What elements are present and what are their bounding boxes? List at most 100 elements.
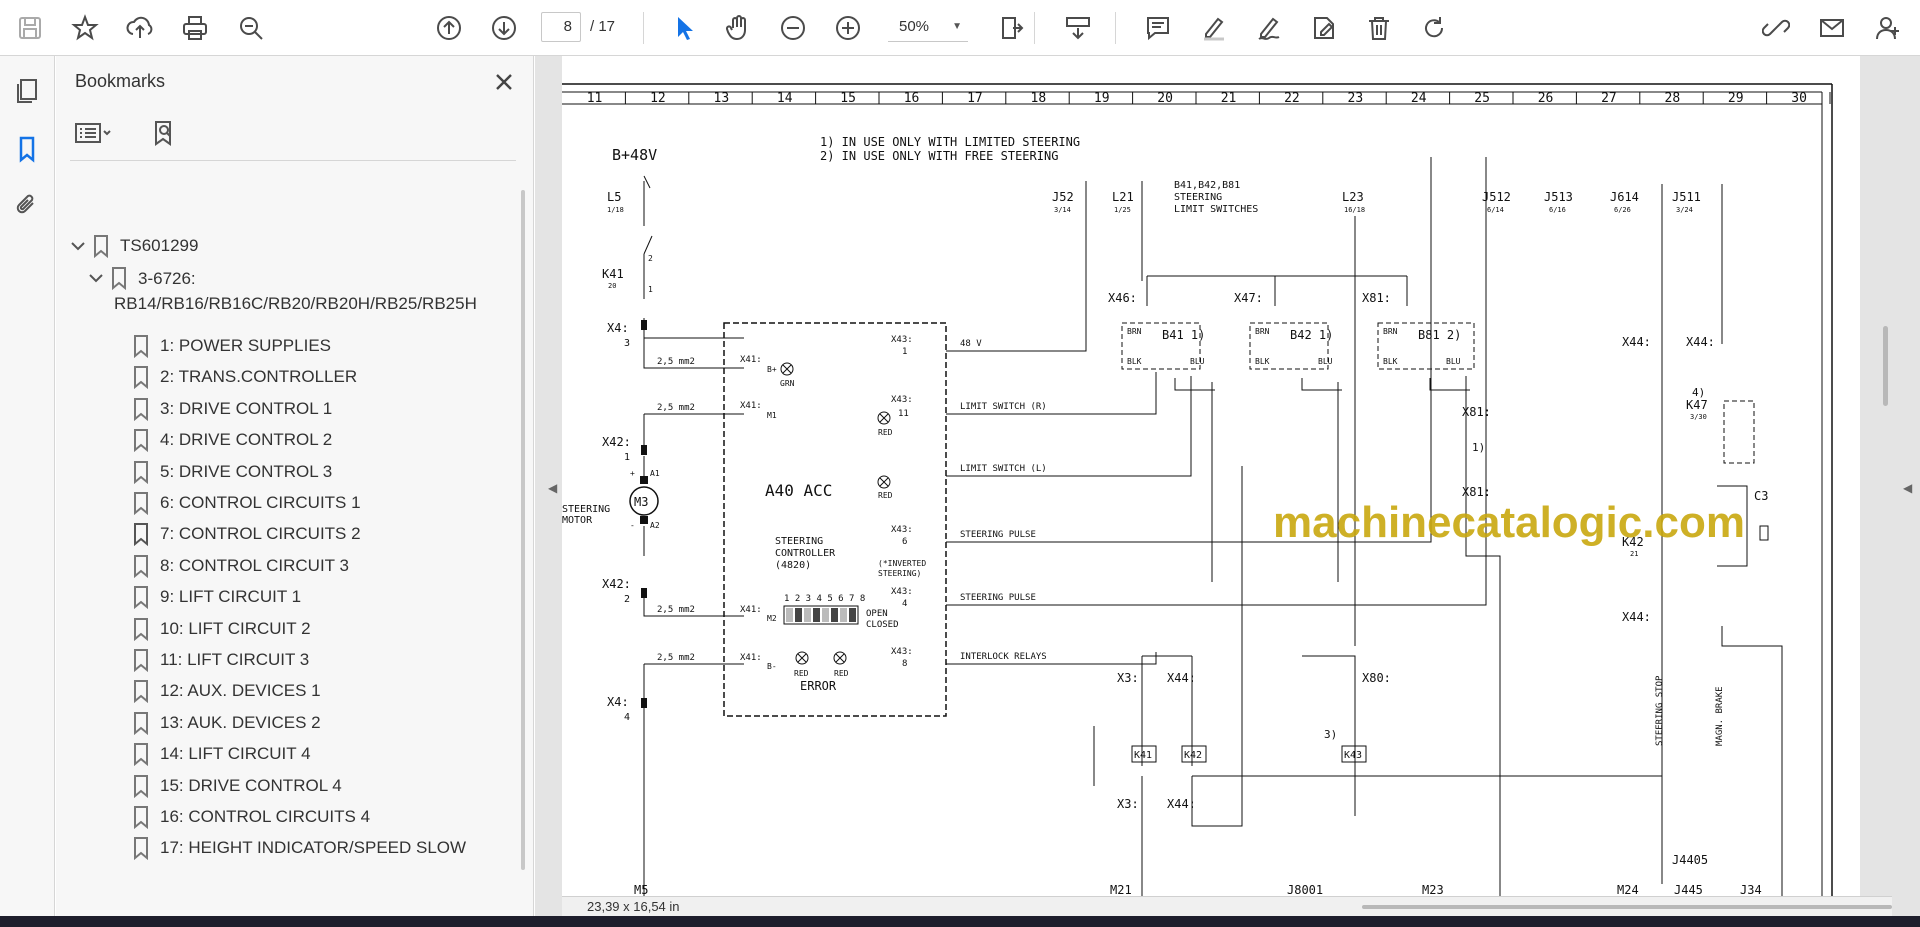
bookmark-item[interactable]: 17: HEIGHT INDICATOR/SPEED SLOW	[132, 832, 466, 864]
dip-cell	[813, 608, 820, 622]
bookmark-item[interactable]: 13: AUK. DEVICES 2	[132, 707, 321, 739]
stamp-icon[interactable]	[1304, 8, 1344, 48]
bookmark-item[interactable]: 14: LIFT CIRCUIT 4	[132, 738, 311, 770]
controller-desc: STEERING	[775, 536, 823, 547]
bookmark-item[interactable]: 16: CONTROL CIRCUITS 4	[132, 801, 370, 833]
connector-label: X44:	[1686, 335, 1715, 349]
bookmarks-title: Bookmarks	[75, 71, 166, 91]
upload-icon[interactable]	[120, 8, 160, 48]
relay-ref: 20	[608, 282, 616, 290]
page-number-input[interactable]: 8	[541, 12, 581, 42]
chevron-down-icon[interactable]	[70, 238, 86, 254]
bookmark-parent[interactable]: 3-6726: RB14/RB16/RB16C/RB20/RB20H/RB25/…	[88, 262, 477, 318]
connector-ref: 3/14	[1054, 206, 1071, 214]
bottom-labels: M5 M21 J8001 M23 M24 J4405 J445 J34	[634, 853, 1762, 896]
terminal-label: X41:	[740, 653, 762, 663]
connector-label: X44:	[1622, 335, 1651, 349]
vertical-scrollbar[interactable]	[1883, 326, 1888, 406]
attachment-icon[interactable]	[8, 186, 46, 224]
delete-icon[interactable]	[1359, 8, 1399, 48]
collapse-right-icon[interactable]: ◀	[1903, 481, 1912, 495]
zoom-select[interactable]: 50% ▼	[888, 12, 968, 42]
bookmark-search-icon[interactable]	[150, 116, 178, 150]
save-icon[interactable]	[10, 8, 50, 48]
terminal-label: 6	[902, 537, 907, 547]
comment-icon[interactable]	[1138, 8, 1178, 48]
connector-label: X42:	[602, 435, 631, 449]
bookmark-item[interactable]: 15: DRIVE CONTROL 4	[132, 770, 342, 802]
bookmark-item[interactable]: 12: AUX. DEVICES 1	[132, 675, 321, 707]
bottom-label: M21	[1110, 883, 1132, 896]
bookmark-rail-icon[interactable]	[8, 130, 46, 168]
bookmark-icon	[134, 806, 148, 829]
bookmark-label: 1: POWER SUPPLIES	[160, 336, 331, 355]
connector-ref: 6/26	[1614, 206, 1631, 214]
zoom-in-icon[interactable]	[828, 8, 868, 48]
bookmark-item[interactable]: 10: LIFT CIRCUIT 2	[132, 613, 311, 645]
bookmark-item[interactable]: 9: LIFT CIRCUIT 1	[132, 581, 301, 613]
share-link-icon[interactable]	[1756, 8, 1796, 48]
bottom-label: J445	[1674, 883, 1703, 896]
pointer-icon[interactable]	[664, 8, 704, 48]
fit-page-icon[interactable]	[993, 8, 1033, 48]
pin-label: +	[630, 469, 635, 478]
bookmark-item[interactable]: 3: DRIVE CONTROL 1	[132, 393, 332, 425]
bookmark-item[interactable]: 5: DRIVE CONTROL 3	[132, 456, 332, 488]
sign-icon[interactable]	[1249, 8, 1289, 48]
page-down-icon[interactable]	[484, 8, 524, 48]
options-menu-icon[interactable]	[74, 116, 114, 150]
bookmarks-scrollbar[interactable]	[521, 190, 525, 870]
wire	[1211, 382, 1339, 582]
bookmark-item[interactable]: 8: CONTROL CIRCUIT 3	[132, 550, 349, 582]
connector-label: X4:	[607, 695, 629, 709]
column-label: 25	[1474, 91, 1490, 106]
rotate-icon[interactable]	[1414, 8, 1454, 48]
document-view[interactable]: ◀ 11 12 13 14 15 16 17 18 19 20 21 22 23 24 25 26 27 28 29…	[535, 56, 1920, 916]
scroll-mode-icon[interactable]	[1058, 8, 1098, 48]
print-icon[interactable]	[175, 8, 215, 48]
account-icon[interactable]	[1868, 8, 1908, 48]
switches-sub: STEERING	[1174, 192, 1222, 203]
terminal-label: M2	[767, 614, 777, 623]
bookmark-icon	[134, 711, 148, 735]
bookmark-icon	[134, 366, 148, 390]
zoom-out-icon[interactable]	[773, 8, 813, 48]
page-up-icon[interactable]	[429, 8, 469, 48]
led-label: GRN	[780, 379, 795, 388]
bookmark-item[interactable]: 11: LIFT CIRCUIT 3	[132, 644, 309, 676]
horizontal-scrollbar[interactable]	[1362, 905, 1892, 909]
star-icon[interactable]	[65, 8, 105, 48]
column-label: 15	[840, 91, 856, 106]
connector-mark	[643, 175, 651, 189]
pin-label: -	[630, 521, 635, 530]
bookmark-item[interactable]: 6: CONTROL CIRCUITS 1	[132, 487, 361, 519]
chevron-down-icon[interactable]	[88, 270, 104, 286]
bookmark-item[interactable]: 1: POWER SUPPLIES	[132, 330, 331, 362]
close-icon[interactable]	[490, 68, 518, 96]
relay-note: 3)	[1324, 728, 1337, 741]
find-icon[interactable]	[231, 8, 271, 48]
terminal-label: M1	[767, 411, 777, 420]
bookmark-root[interactable]: TS601299	[70, 230, 198, 262]
highlight-icon[interactable]	[1194, 8, 1234, 48]
switch-label: B42 1)	[1290, 328, 1333, 342]
wire-size: 2,5 mm2	[657, 357, 695, 367]
collapse-left-icon[interactable]: ◀	[548, 481, 557, 495]
hand-icon[interactable]	[718, 8, 758, 48]
bookmark-icon	[112, 267, 126, 290]
wire-color: BLK	[1127, 357, 1142, 366]
bookmark-item[interactable]: 7: CONTROL CIRCUITS 2	[132, 518, 361, 550]
terminal-label: 8	[902, 659, 907, 669]
wire-color: BLK	[1383, 357, 1398, 366]
wire-label: INTERLOCK RELAYS	[960, 652, 1047, 662]
bookmark-icon	[134, 335, 148, 358]
wire-color: BLU	[1318, 357, 1333, 366]
bookmark-item[interactable]: 2: TRANS.CONTROLLER	[132, 361, 357, 393]
dip-closed: CLOSED	[866, 620, 899, 630]
bookmark-item[interactable]: 4: DRIVE CONTROL 2	[132, 424, 332, 456]
mail-icon[interactable]	[1812, 8, 1852, 48]
pages-icon[interactable]	[8, 72, 46, 110]
led-indicator	[797, 653, 807, 663]
connector-label: X3:	[1117, 797, 1139, 811]
terminal-label: B+	[767, 365, 777, 374]
